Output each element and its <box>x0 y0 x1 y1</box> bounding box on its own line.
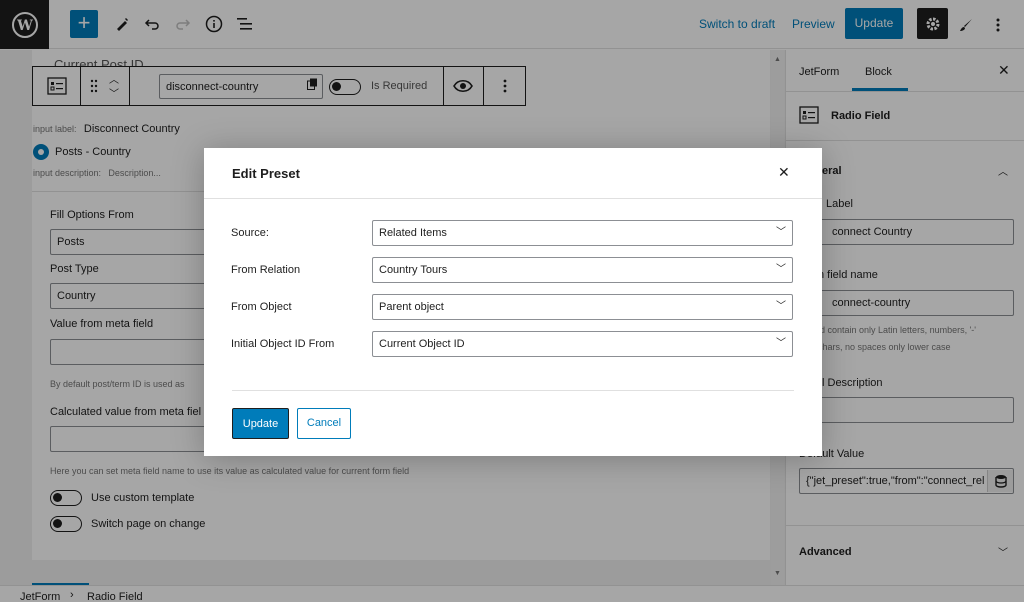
from-relation-label: From Relation <box>231 264 301 276</box>
modal-header-divider <box>204 198 822 199</box>
edit-preset-modal: Edit Preset ✕ Source: Related Items ﹀ Fro… <box>204 148 822 456</box>
modal-close-icon[interactable]: ✕ <box>778 164 790 181</box>
from-relation-select[interactable]: Country Tours ﹀ <box>372 257 793 283</box>
from-object-select[interactable]: Parent object ﹀ <box>372 294 793 320</box>
from-object-label: From Object <box>231 301 292 313</box>
modal-cancel-button[interactable]: Cancel <box>297 408 351 439</box>
source-select[interactable]: Related Items ﹀ <box>372 220 793 246</box>
chevron-down-icon: ﹀ <box>776 301 786 312</box>
modal-footer-divider <box>232 390 794 391</box>
chevron-down-icon: ﹀ <box>776 264 786 275</box>
modal-title: Edit Preset <box>232 166 300 181</box>
source-label: Source: <box>231 227 269 239</box>
initial-object-id-label: Initial Object ID From <box>231 338 335 350</box>
chevron-down-icon: ﹀ <box>776 338 786 349</box>
chevron-down-icon: ﹀ <box>776 227 786 238</box>
modal-update-button[interactable]: Update <box>232 408 289 439</box>
initial-object-id-select[interactable]: Current Object ID ﹀ <box>372 331 793 357</box>
